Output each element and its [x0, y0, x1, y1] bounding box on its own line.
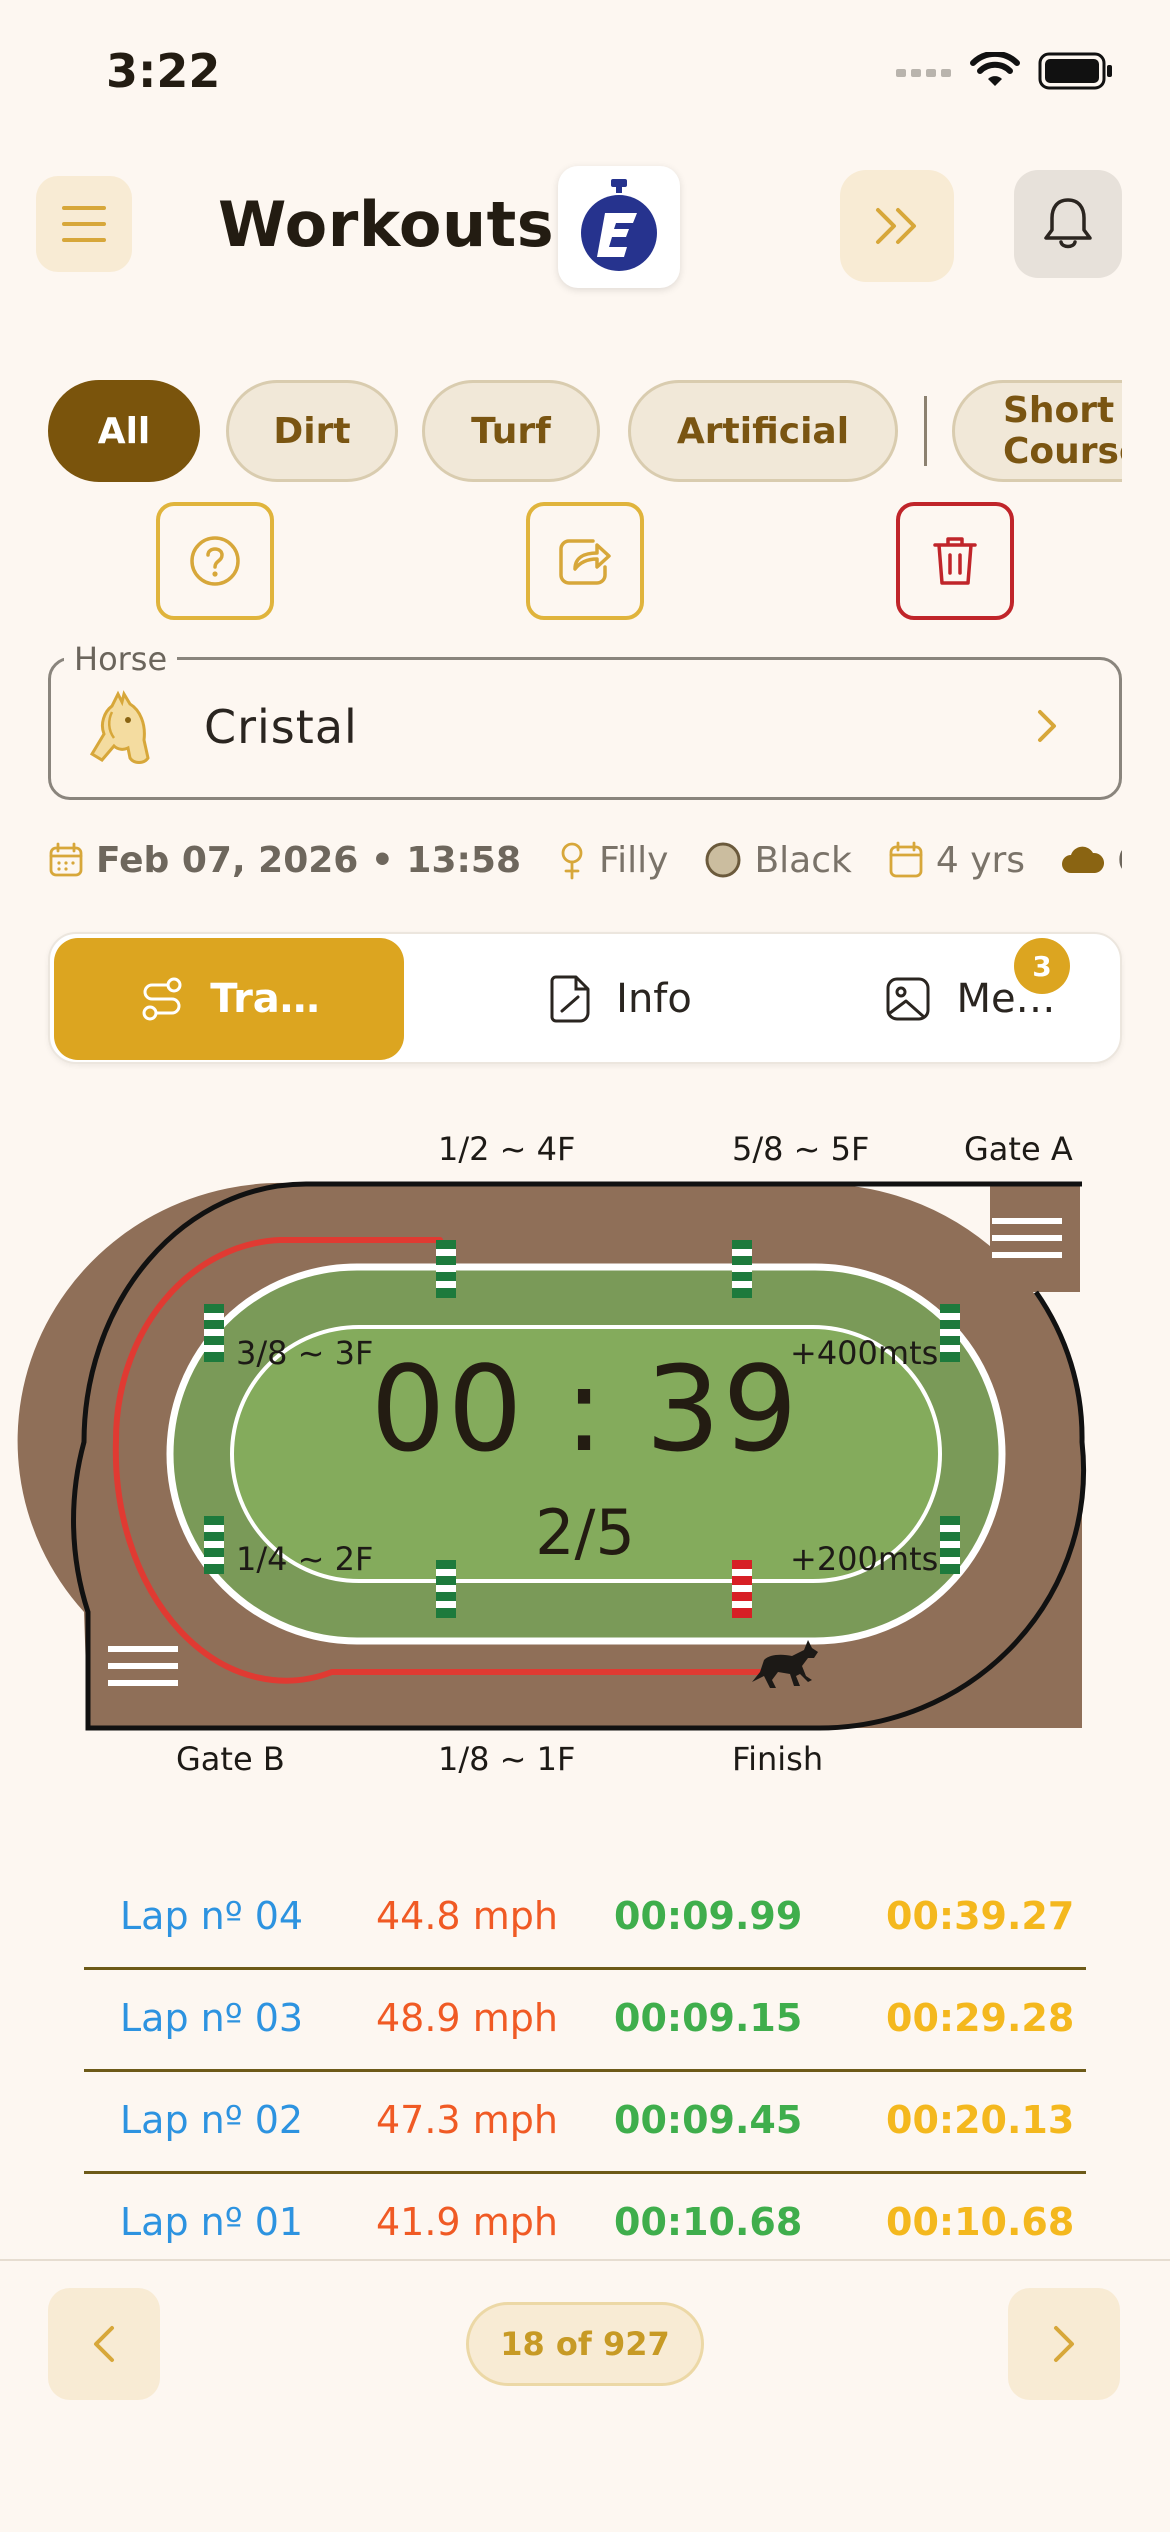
lap-time: 00:10.68 — [614, 2200, 803, 2244]
lap-speed: 41.9 mph — [376, 2200, 558, 2244]
horse-name: Cristal — [204, 700, 358, 754]
lap-number: Lap nº 04 — [120, 1894, 304, 1938]
workout-timer: 00 : 39 — [370, 1340, 800, 1478]
lap-total-time: 00:29.28 — [886, 1996, 1075, 2040]
tab-track-label: Tra… — [210, 976, 320, 1022]
lap-total-time: 00:20.13 — [886, 2098, 1075, 2142]
horse-head-icon — [84, 690, 156, 770]
menu-button[interactable] — [36, 176, 132, 272]
lap-table: Lap nº 04 44.8 mph 00:09.99 00:39.27 Lap… — [84, 1868, 1086, 2276]
tab-info[interactable]: Info — [490, 938, 750, 1060]
chip-artificial[interactable]: Artificial — [628, 380, 898, 482]
horse-sex: Filly — [599, 839, 669, 881]
marker-gate-a: Gate A — [964, 1130, 1073, 1168]
tab-info-label: Info — [616, 976, 692, 1022]
chip-all[interactable]: All — [48, 380, 200, 482]
lap-speed: 47.3 mph — [376, 2098, 558, 2142]
color-swatch-icon — [705, 842, 741, 878]
double-chevron-right-icon — [876, 208, 916, 244]
page-title: Workouts — [218, 188, 555, 261]
battery-icon — [1038, 52, 1112, 90]
surface-filter-chips: All Dirt Turf Artificial Short Course — [48, 380, 1122, 484]
lap-speed: 44.8 mph — [376, 1894, 558, 1938]
lap-total-time: 00:39.27 — [886, 1894, 1075, 1938]
app-logo — [558, 166, 680, 288]
image-icon — [886, 977, 930, 1021]
bottom-navigation — [0, 2259, 1170, 2532]
age-calendar-icon — [889, 841, 923, 878]
gate-b-chute — [88, 1612, 208, 1728]
chevron-right-icon — [1054, 2326, 1074, 2362]
lap-total-time: 00:10.68 — [886, 2200, 1075, 2244]
table-row: Lap nº 03 48.9 mph 00:09.15 00:29.28 — [84, 1970, 1086, 2072]
workout-meta: Feb 07, 2026 • 13:58 Filly Black 4 yrs 6… — [48, 836, 1122, 884]
bell-icon — [1044, 198, 1092, 249]
lap-number: Lap nº 02 — [120, 2098, 304, 2142]
help-button[interactable] — [156, 502, 274, 620]
table-row: Lap nº 04 44.8 mph 00:09.99 00:39.27 — [84, 1868, 1086, 1970]
marker-quarter-mile: 1/4 ~ 2F — [236, 1540, 374, 1578]
pagination-indicator: 18 of 927 — [466, 2302, 704, 2386]
horse-field-label: Horse — [64, 640, 178, 678]
delete-button[interactable] — [896, 502, 1014, 620]
marker-half-mile: 1/2 ~ 4F — [438, 1130, 576, 1168]
marker-finish: Finish — [732, 1740, 824, 1778]
status-icons — [896, 52, 1114, 90]
stopwatch-logo-icon — [581, 179, 657, 271]
female-icon — [561, 842, 583, 880]
lap-time: 00:09.45 — [614, 2098, 803, 2142]
chevron-left-icon — [94, 2326, 114, 2362]
table-row: Lap nº 02 47.3 mph 00:09.45 00:20.13 — [84, 2072, 1086, 2174]
signal-icon — [896, 69, 951, 77]
tab-track[interactable]: Tra… — [54, 938, 404, 1060]
document-icon — [550, 975, 590, 1023]
trash-icon — [933, 537, 977, 585]
horse-age: 4 yrs — [935, 839, 1026, 881]
lap-progress: 2/5 — [535, 1496, 635, 1569]
lap-number: Lap nº 01 — [120, 2200, 304, 2244]
horse-color: Black — [754, 839, 852, 881]
wifi-icon — [970, 52, 1020, 86]
next-workout-button[interactable] — [1008, 2288, 1120, 2400]
lap-time: 00:09.99 — [614, 1894, 803, 1938]
cloud-icon — [1062, 846, 1105, 873]
gate-b-icon — [108, 1646, 178, 1686]
media-count-badge: 3 — [1014, 938, 1070, 994]
chip-turf[interactable]: Turf — [422, 380, 600, 482]
status-time: 3:22 — [106, 44, 221, 98]
marker-five-eighths: 5/8 ~ 5F — [732, 1130, 870, 1168]
fast-forward-button[interactable] — [840, 170, 954, 282]
chip-short-course[interactable]: Short Course — [952, 380, 1122, 482]
lap-time: 00:09.15 — [614, 1996, 803, 2040]
chip-separator — [924, 396, 927, 466]
finish-pole — [732, 1560, 752, 1618]
share-button[interactable] — [526, 502, 644, 620]
marker-gate-b: Gate B — [176, 1740, 285, 1778]
workout-tabs: Tra… Info Me… — [48, 932, 1122, 1064]
weather-temperature: 67 — [1117, 840, 1122, 881]
previous-workout-button[interactable] — [48, 2288, 160, 2400]
gate-a-icon — [992, 1218, 1062, 1258]
marker-plus200: +200mts — [790, 1540, 939, 1578]
calendar-icon — [49, 842, 83, 877]
help-circle-icon — [190, 536, 240, 586]
workout-date: Feb 07, 2026 • 13:58 — [96, 839, 522, 881]
chip-dirt[interactable]: Dirt — [226, 380, 398, 482]
notifications-button[interactable] — [1014, 170, 1122, 278]
share-icon — [559, 539, 611, 585]
chevron-right-icon — [1034, 708, 1062, 748]
hamburger-icon — [62, 206, 106, 242]
lap-number: Lap nº 03 — [120, 1996, 304, 2040]
lap-speed: 48.9 mph — [376, 1996, 558, 2040]
marker-eighth-mile: 1/8 ~ 1F — [438, 1740, 576, 1778]
route-icon — [142, 977, 182, 1021]
